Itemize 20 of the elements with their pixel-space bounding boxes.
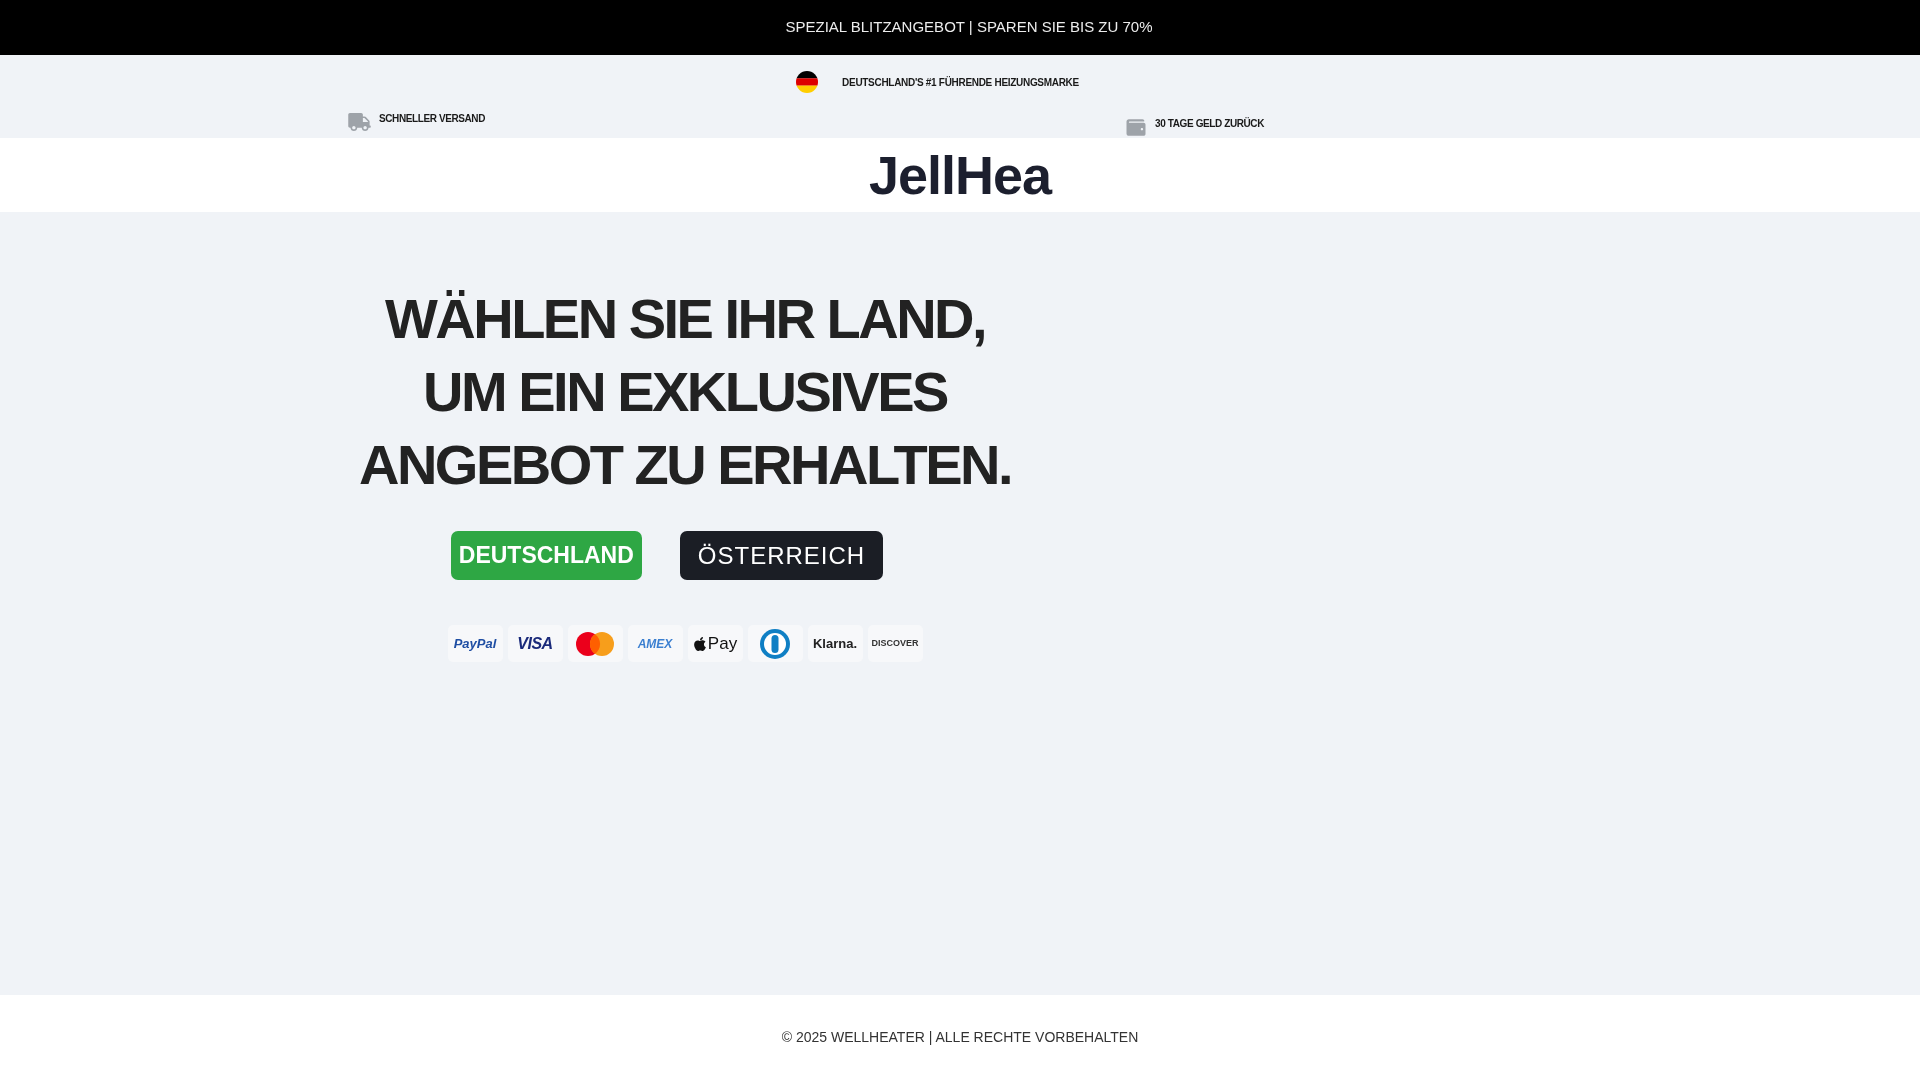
payment-wordmark: Pay <box>707 635 738 652</box>
overlapping-circles-icon <box>576 631 614 656</box>
copyright-text: © 2025 WELLHEATER | ALLE RECHTE VORBEHALTEN <box>781 1028 1139 1047</box>
promo-text: SPEZIAL BLITZANGEBOT | SPAREN SIE BIS ZU 70% <box>785 17 1153 38</box>
circle-logo-icon <box>760 628 790 659</box>
hero-heading: WÄHLEN SIE IHR LAND, UM EIN EXKLUSIVES ANGEBOT ZU ERHALTEN. <box>357 286 1013 498</box>
feature-label: 30 TAGE GELD ZURÜCK <box>1155 118 1264 130</box>
payment-wordmark: PayPal <box>453 637 497 650</box>
feature-label: SCHNELLER VERSAND <box>379 113 485 125</box>
apple-icon <box>692 635 707 652</box>
brand-claim: DEUTSCHLAND'S #1 FÜHRENDE HEIZUNGSMARKE <box>842 75 1079 90</box>
payment-wordmark: Klarna. <box>812 637 858 650</box>
payment-wordmark: AMEX <box>637 637 673 650</box>
wallet-icon <box>1125 118 1148 137</box>
payment-wordmark: DISCOVER <box>871 639 919 648</box>
truck-icon <box>348 113 371 131</box>
site-logo[interactable]: JellHea <box>868 148 1052 202</box>
country-button[interactable]: ÖSTERREICH <box>679 531 884 580</box>
flag-icon <box>796 71 819 93</box>
payment-wordmark: VISA <box>517 635 553 652</box>
